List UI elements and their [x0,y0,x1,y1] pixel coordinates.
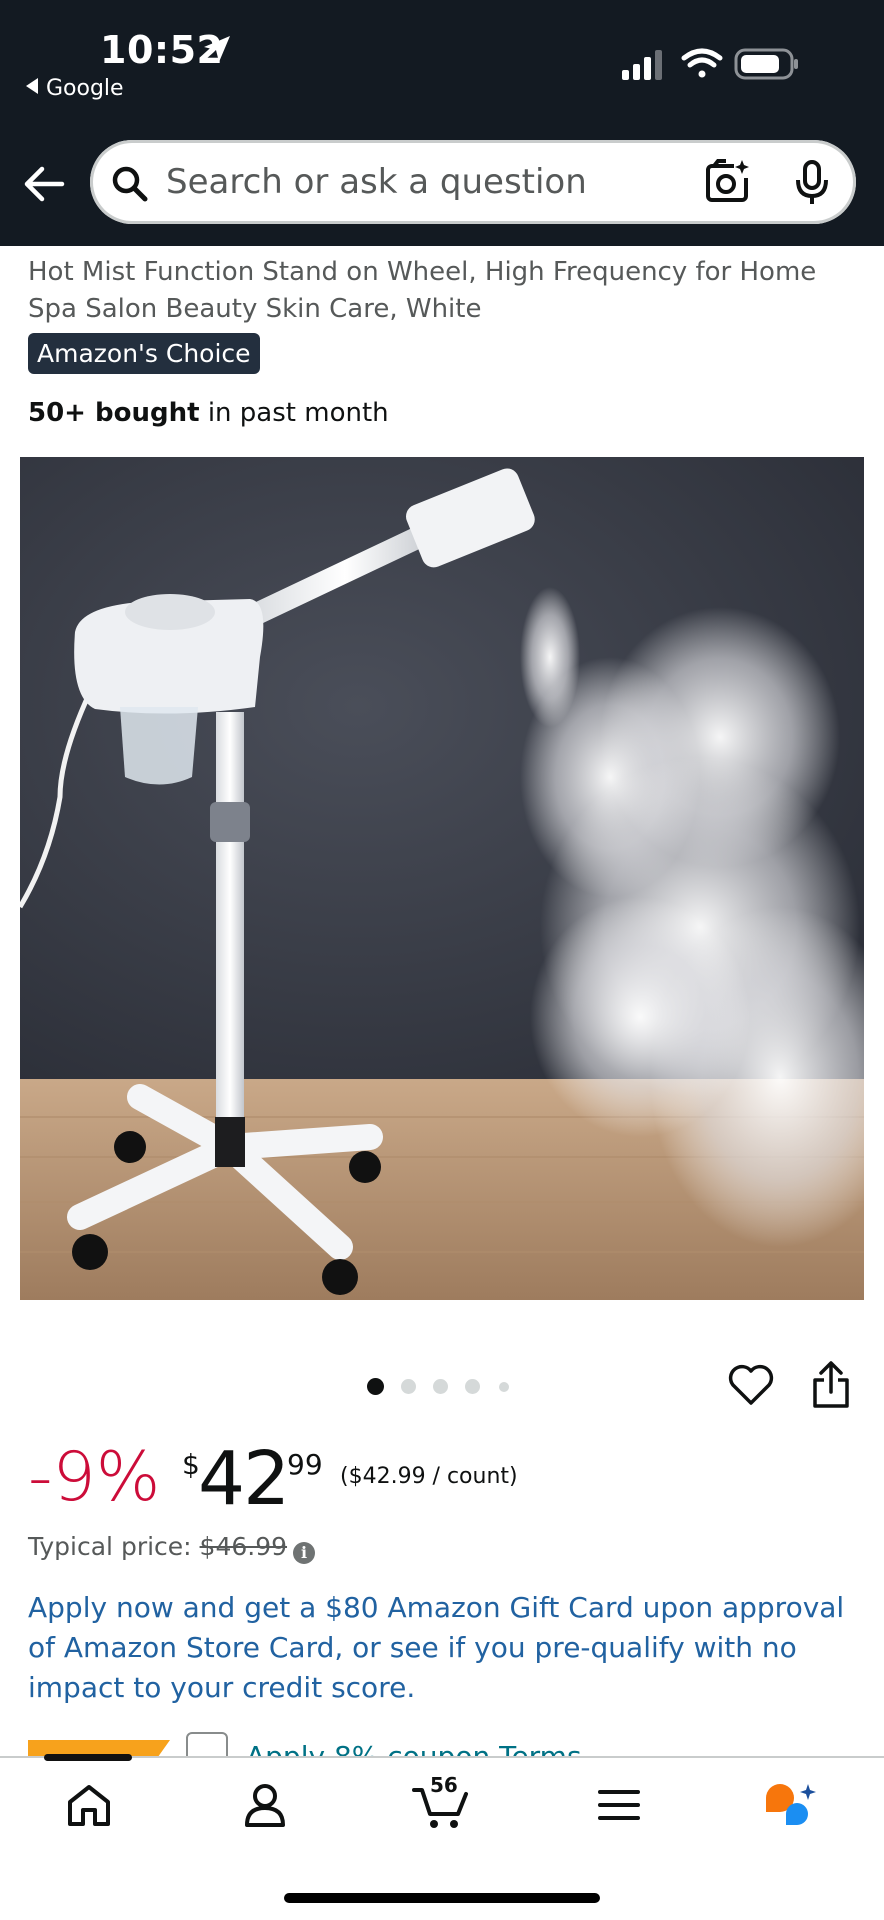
location-arrow-icon [204,36,230,62]
carousel-dot[interactable] [401,1379,416,1394]
back-to-app-link[interactable]: Google [26,76,124,101]
facial-steamer-illustration [20,457,864,1300]
price-whole: 42 [198,1436,290,1522]
product-image[interactable] [20,457,864,1300]
home-icon[interactable] [64,1780,114,1830]
bought-count-bold: 50+ bought [28,398,200,428]
back-arrow-icon[interactable] [22,164,66,204]
menu-icon[interactable] [594,1780,644,1830]
bought-count: 50+ bought in past month [28,398,389,428]
carousel-dot[interactable] [499,1382,509,1392]
account-icon[interactable] [240,1780,290,1830]
nav-active-indicator [44,1754,132,1761]
bought-count-rest: in past month [199,398,389,428]
carousel-dot[interactable] [465,1379,480,1394]
battery-icon [734,48,798,80]
carousel-dot-active[interactable] [367,1378,384,1395]
info-icon[interactable]: i [293,1542,316,1564]
heart-icon[interactable] [728,1364,774,1406]
top-header: 10:52 Google Search or ask a question [0,0,884,246]
typical-price: Typical price: $46.99 i [28,1532,316,1564]
typical-price-value: $46.99 [199,1532,288,1561]
back-triangle-icon [26,78,38,94]
price-fraction: 99 [287,1448,323,1481]
rufus-assistant-icon[interactable] [762,1780,818,1832]
carousel-dot[interactable] [433,1379,448,1394]
store-card-promo-link[interactable]: Apply now and get a $80 Amazon Gift Card… [28,1588,858,1708]
amazons-choice-badge: Amazon's Choice [28,333,260,374]
wifi-icon [681,48,723,78]
discount-percent: -9% [28,1438,161,1517]
share-icon[interactable] [810,1360,852,1410]
search-placeholder: Search or ask a question [166,162,587,202]
signal-icon [622,50,662,80]
unit-price: ($42.99 / count) [340,1464,518,1489]
product-title[interactable]: Hot Mist Function Stand on Wheel, High F… [28,254,848,328]
search-input[interactable]: Search or ask a question [90,140,856,224]
home-indicator [284,1893,600,1903]
camera-search-icon[interactable] [704,158,750,204]
status-icons [622,48,798,80]
cart-count: 56 [430,1773,458,1797]
microphone-icon[interactable] [794,160,830,206]
back-app-label: Google [46,76,124,101]
search-icon [112,166,148,202]
typical-price-label: Typical price: [28,1532,200,1561]
